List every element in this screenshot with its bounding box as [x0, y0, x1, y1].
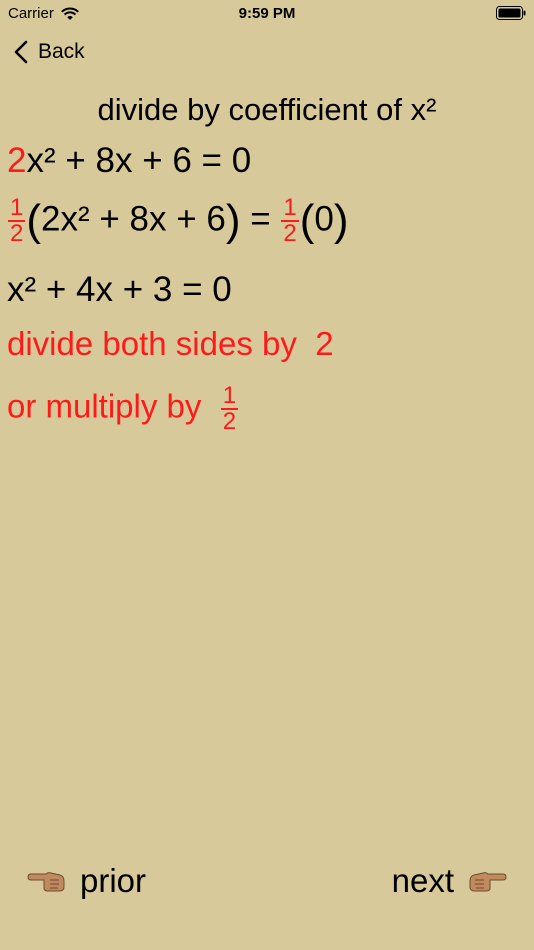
status-time: 9:59 PM [238, 5, 296, 22]
prior-label: prior [80, 862, 147, 899]
right-paren: ) [225, 196, 241, 245]
fraction-half: 1 2 [8, 194, 26, 247]
fraction-numerator: 1 [10, 194, 24, 221]
pointing-right-hand-icon [469, 872, 507, 892]
instruction-divide-value: 2 [315, 325, 334, 362]
right-paren: ) [333, 196, 349, 245]
fraction-numerator: 1 [283, 194, 297, 221]
equation-terms: x² + 8x + 6 = 0 [26, 141, 252, 180]
equation-result: x² + 4x + 3 = 0 [7, 270, 232, 309]
instruction-multiply: or multiply by 1 2 [7, 384, 239, 434]
equation-original: 2x² + 8x + 6 = 0 [7, 141, 251, 181]
equation-rhs: 0 [314, 199, 334, 239]
equation-multiplied: 1 2 (2x² + 8x + 6) = 1 2 (0) [7, 196, 349, 246]
fraction-denominator: 2 [283, 220, 297, 247]
instruction-divide: divide both sides by 2 [7, 325, 334, 363]
step-title: divide by coefficient of x² [97, 92, 437, 127]
navigation-bar: Back [0, 36, 534, 72]
pointing-left-hand-icon [27, 872, 65, 892]
equation-coefficient: 2 [7, 141, 27, 180]
back-button[interactable]: Back [14, 40, 85, 64]
back-label: Back [38, 40, 85, 63]
next-label: next [391, 862, 454, 899]
fraction-denominator: 2 [10, 220, 24, 247]
next-button[interactable]: next [392, 862, 508, 900]
fraction-denominator: 2 [222, 408, 237, 435]
status-bar: Carrier 9:59 PM [0, 0, 534, 28]
battery-icon [496, 6, 526, 20]
left-paren: ( [26, 196, 42, 245]
fraction-half-right: 1 2 [281, 194, 299, 247]
instruction-multiply-text: or multiply by [7, 387, 202, 425]
left-paren: ( [299, 196, 315, 245]
instruction-divide-text: divide both sides by [7, 325, 297, 362]
chevron-left-icon [14, 40, 28, 64]
instruction-multiply-fraction: 1 2 [220, 382, 239, 435]
equals-sign: = [240, 199, 281, 239]
prior-button[interactable]: prior [26, 862, 146, 900]
equation-inner: 2x² + 8x + 6 [41, 199, 226, 239]
fraction-numerator: 1 [222, 382, 237, 409]
